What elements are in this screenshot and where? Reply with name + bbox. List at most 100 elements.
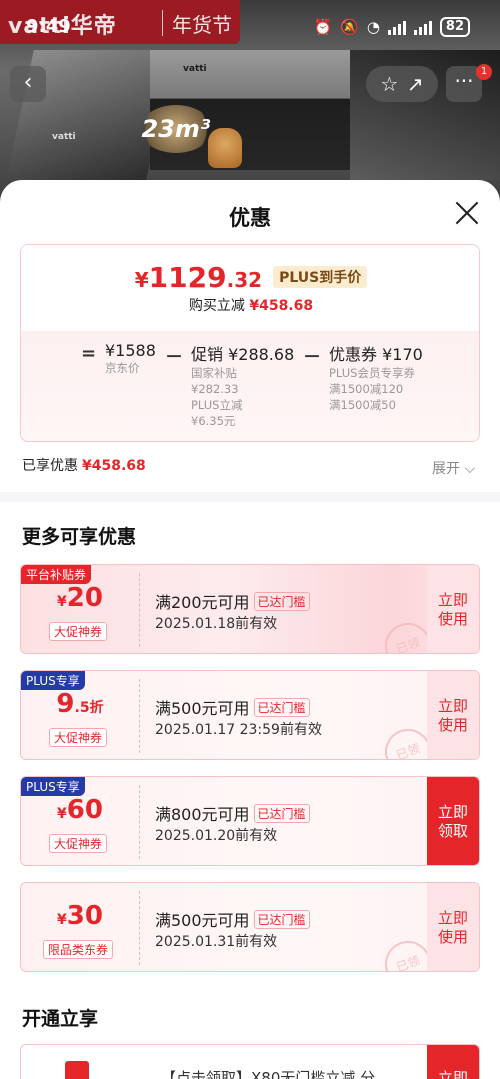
close-icon[interactable]: [454, 200, 480, 226]
use-now-button[interactable]: 立即 使用: [427, 565, 479, 653]
hood-brand-mark: vatti: [183, 64, 207, 74]
threshold-reached-badge: 已达门槛: [253, 804, 310, 823]
sheet-title: 优惠: [229, 206, 271, 230]
coupon-tag: PLUS专享: [21, 671, 85, 690]
coupon-amount: ¥30: [57, 901, 103, 931]
coupon-condition: 满800元可用 已达门槛: [155, 801, 310, 825]
buy-discount-amount: ¥458.68: [249, 298, 314, 314]
discount-sheet: 优惠 ¥1129.32 PLUS到手价 购买立减 ¥458.68 = ¥1588…: [0, 180, 500, 1079]
coupon-amount-value: 60: [66, 795, 103, 825]
coupon-icon: [65, 1061, 89, 1079]
promo-plus-amount: ¥6.35元: [191, 414, 236, 428]
expand-button[interactable]: 展开 ⌵: [432, 458, 475, 478]
coupon-amount: ¥20: [57, 583, 103, 613]
threshold-reached-badge: 已达门槛: [253, 592, 310, 611]
enjoyed-label: 已享优惠: [22, 458, 78, 474]
minus-sign-2: －: [303, 347, 321, 368]
signal-icon-2: [413, 19, 432, 35]
final-price-line: ¥1129.32 PLUS到手价: [21, 261, 479, 294]
coupon-condition-text: 满500元可用: [155, 911, 250, 930]
coupon-amount: 9.5折: [21, 689, 139, 719]
promo-total: 促销 ¥288.68: [191, 345, 295, 364]
wifi-icon: ◔: [366, 18, 380, 36]
more-discounts-title: 更多可享优惠: [22, 526, 137, 548]
coupon-condition-text: 满500元可用: [155, 699, 250, 718]
coupon-tag: PLUS专享: [21, 777, 85, 796]
plus-price-tag: PLUS到手价: [273, 266, 368, 288]
promo-column: 促销 ¥288.68 国家补贴 ¥282.33 PLUS立减 ¥6.35元: [191, 341, 294, 429]
coupon-condition: 满200元可用 已达门槛: [155, 589, 310, 613]
coupon-divider: [139, 785, 140, 859]
promo-subsidy-label: 国家补贴: [191, 366, 237, 380]
coupon-value-area: PLUS专享 ¥60 大促神券: [21, 777, 139, 865]
coupon-amount-value: 9: [56, 689, 75, 719]
coupon-card: ¥30 限品类东券 满500元可用 已达门槛 2025.01.31前有效 已领 立…: [20, 882, 480, 972]
price-top: ¥1129.32 PLUS到手价 购买立减 ¥458.68: [21, 245, 479, 331]
coupon-type: 大促神券: [49, 834, 108, 853]
equals-sign: =: [81, 343, 97, 364]
coupon-value-area: ¥30 限品类东券: [21, 883, 139, 971]
claim-button[interactable]: 立即: [427, 1045, 479, 1079]
coupon-condition-text: 满200元可用: [155, 593, 250, 612]
use-now-button[interactable]: 立即 使用: [427, 671, 479, 759]
final-price: ¥1129.32: [135, 261, 262, 294]
jd-price-label: 京东价: [105, 361, 140, 375]
coupon-sub-rule-2: 满1500减50: [329, 398, 396, 412]
favorite-share-pill[interactable]: ☆ ↗: [366, 66, 438, 102]
open-membership-title: 开通立享: [22, 1008, 99, 1030]
coupon-value-area: PLUS专享 9.5折 大促神券: [21, 671, 139, 759]
mute-icon: 🔕: [340, 18, 359, 36]
claim-now-button[interactable]: 立即 领取: [427, 777, 479, 865]
battery-icon: 82: [439, 17, 470, 37]
promo-plus-label: PLUS立减: [191, 398, 243, 412]
alarm-icon: ⏰: [313, 18, 333, 36]
coupon-amount: ¥60: [57, 795, 103, 825]
status-bar: 9:49 ⏰ 🔕 ◔ 82: [0, 0, 500, 44]
jd-price-column: ¥1588 京东价: [105, 341, 156, 376]
membership-offer-card[interactable]: 【点击领取】X80无门槛立减 分 立即: [20, 1044, 480, 1079]
coupon-expiry: 2025.01.31前有效: [155, 934, 278, 950]
coupon-type: 大促神券: [49, 622, 108, 641]
coupon-amount-suffix: .5折: [74, 700, 104, 716]
coupon-sub-rule-1: 满1500减120: [329, 382, 404, 396]
coupon-expiry: 2025.01.20前有效: [155, 828, 278, 844]
threshold-reached-badge: 已达门槛: [253, 698, 310, 717]
coupon-total: 优惠券 ¥170: [329, 345, 423, 364]
coupon-value-area: 平台补贴券 ¥20 大促神券: [21, 565, 139, 653]
price-summary-card: ¥1129.32 PLUS到手价 购买立减 ¥458.68 = ¥1588 京东…: [20, 244, 480, 442]
back-button[interactable]: ‹: [10, 66, 46, 102]
coupon-card: 平台补贴券 ¥20 大促神券 满200元可用 已达门槛 2025.01.18前有效…: [20, 564, 480, 654]
coupon-card: PLUS专享 9.5折 大促神券 满500元可用 已达门槛 2025.01.17 …: [20, 670, 480, 760]
coupon-divider: [139, 891, 140, 965]
coupon-sub-label: PLUS会员专享券: [329, 366, 415, 380]
enjoyed-amount: ¥458.68: [82, 458, 146, 474]
star-icon[interactable]: ☆: [380, 72, 398, 96]
gesture-hand-icon: [208, 128, 242, 168]
coupon-tag: 平台补贴券: [21, 565, 92, 584]
status-time: 9:49: [26, 16, 71, 37]
notification-badge: 1: [476, 64, 492, 80]
promo-subsidy-amount: ¥282.33: [191, 382, 239, 396]
section-divider: [0, 492, 500, 502]
coupon-divider: [139, 573, 140, 647]
coupon-expiry: 2025.01.18前有效: [155, 616, 278, 632]
share-icon[interactable]: ↗: [407, 72, 424, 96]
coupon-amount-value: 30: [66, 901, 103, 931]
chevron-left-icon: ‹: [23, 70, 33, 95]
jd-price: ¥1588: [105, 341, 156, 360]
price-integer: 1129: [148, 261, 227, 294]
hood-brand-mark-side: vatti: [52, 132, 76, 142]
coupon-type: 限品类东券: [43, 940, 114, 959]
coupon-card: PLUS专享 ¥60 大促神券 满800元可用 已达门槛 2025.01.20前有…: [20, 776, 480, 866]
price-breakdown: = ¥1588 京东价 － 促销 ¥288.68 国家补贴 ¥282.33 PL…: [21, 331, 479, 441]
coupon-column: 优惠券 ¥170 PLUS会员专享券 满1500减120 满1500减50: [329, 341, 423, 413]
status-icons: ⏰ 🔕 ◔ 82: [313, 17, 470, 37]
price-decimal: .32: [226, 268, 263, 292]
membership-offer-text: 【点击领取】X80无门槛立减 分: [161, 1069, 376, 1079]
use-now-button[interactable]: 立即 使用: [427, 883, 479, 971]
airflow-badge: 23m³: [140, 105, 212, 153]
coupon-type: 大促神券: [49, 728, 108, 747]
signal-icon: [387, 19, 406, 35]
coupon-condition-text: 满800元可用: [155, 805, 250, 824]
currency-symbol: ¥: [134, 268, 149, 292]
